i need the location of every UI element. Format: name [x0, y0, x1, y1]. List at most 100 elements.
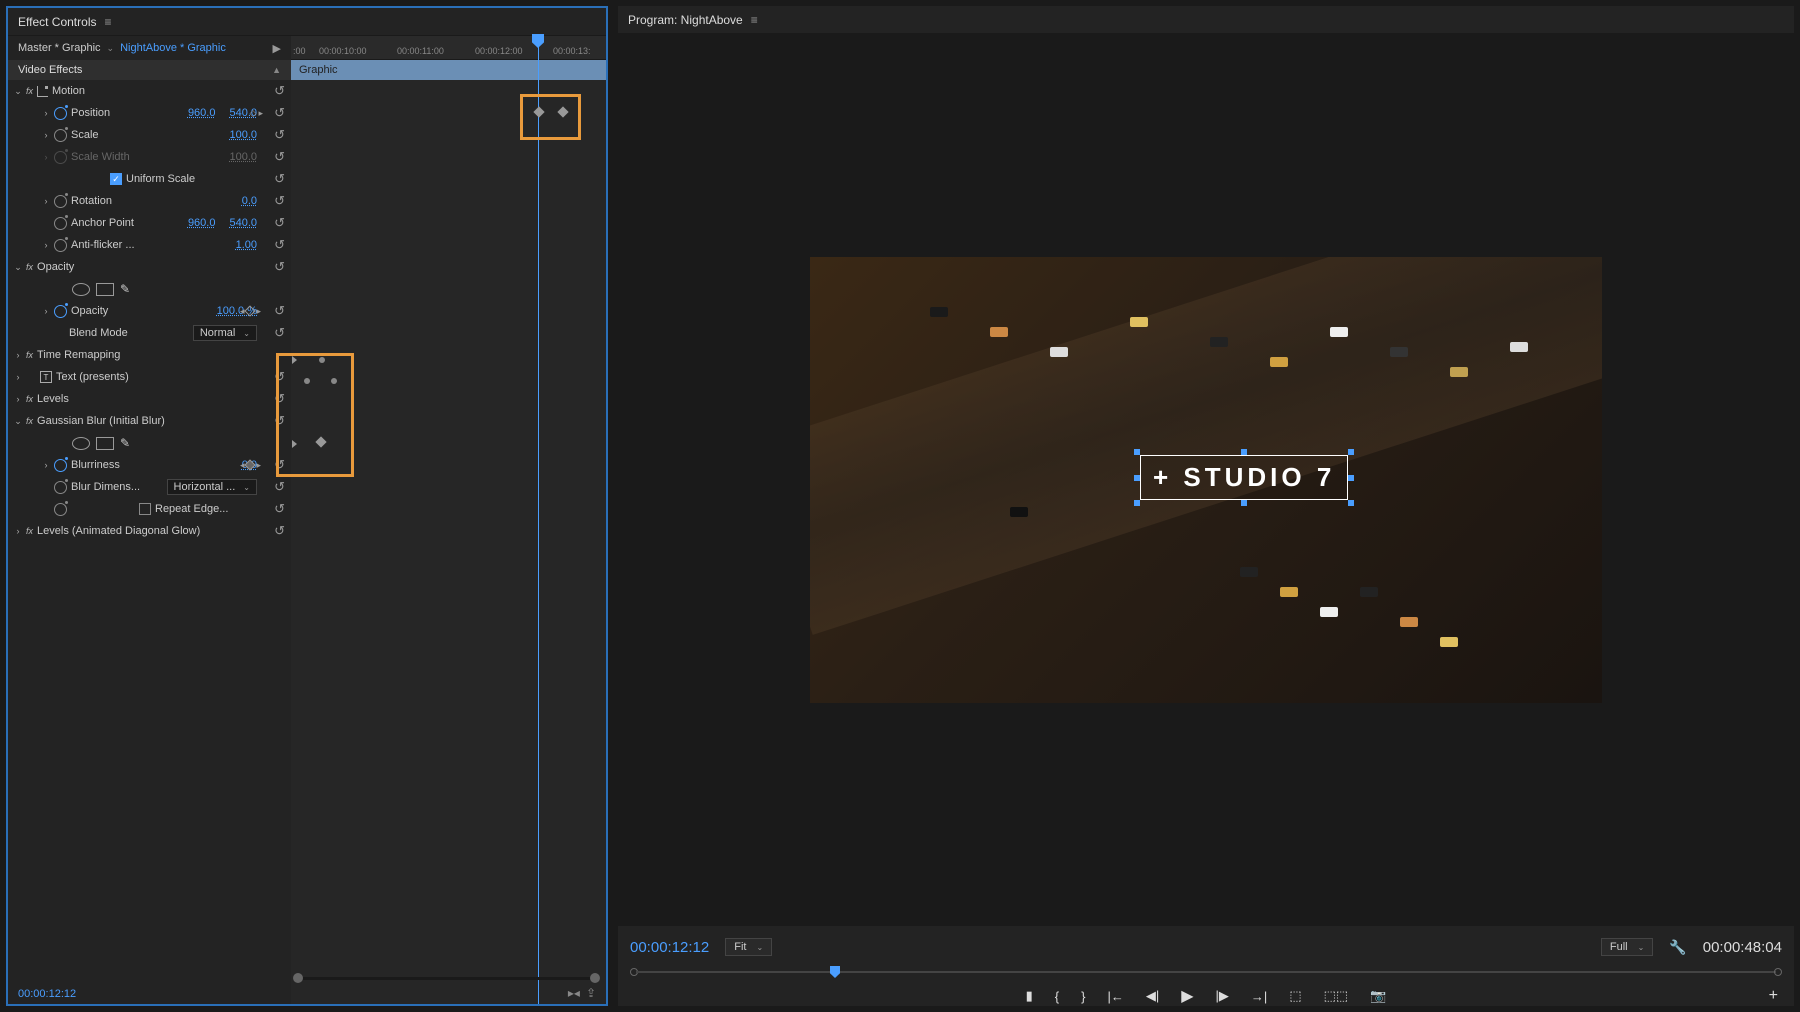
scale-value[interactable]: 100.0	[229, 129, 257, 141]
stopwatch-icon[interactable]	[54, 129, 67, 142]
blur-dim-dropdown[interactable]: Horizontal ...⌄	[167, 479, 257, 495]
effect-timecode[interactable]: 00:00:12:12	[18, 988, 76, 1000]
export-icon[interactable]: ⇪	[586, 986, 596, 1000]
antiflicker-row[interactable]: › Anti-flicker ... 1.00 ↺	[8, 234, 291, 256]
reset-icon[interactable]: ↺	[274, 325, 285, 341]
twisty-open-icon[interactable]: ⌄	[12, 262, 24, 273]
stopwatch-icon[interactable]	[54, 239, 67, 252]
reset-icon[interactable]: ↺	[274, 149, 285, 165]
stopwatch-icon[interactable]	[54, 481, 67, 494]
step-forward-icon[interactable]: |▶	[1216, 988, 1229, 1004]
clip-bar[interactable]: Graphic	[291, 60, 606, 80]
keyframe-marker[interactable]	[557, 106, 568, 117]
twisty-open-icon[interactable]: ⌄	[12, 86, 24, 97]
ellipse-mask-icon[interactable]	[72, 283, 90, 296]
twisty-icon[interactable]: ›	[40, 130, 52, 140]
twisty-icon[interactable]: ›	[12, 372, 24, 382]
twisty-icon[interactable]: ›	[12, 350, 24, 360]
go-to-out-icon[interactable]: →|	[1251, 989, 1267, 1004]
reset-icon[interactable]: ↺	[274, 479, 285, 495]
blend-mode-dropdown[interactable]: Normal⌄	[193, 325, 257, 341]
reset-icon[interactable]: ↺	[274, 237, 285, 253]
keyframe-marker[interactable]	[292, 440, 297, 448]
rotation-value[interactable]: 0.0	[242, 195, 257, 207]
stopwatch-icon[interactable]	[54, 503, 67, 516]
timeline-end-icon[interactable]	[1774, 968, 1782, 976]
export-frame-icon[interactable]: 📷	[1370, 988, 1386, 1004]
position-row[interactable]: › Position 960.0 540.0 ◇▸ ↺	[8, 102, 291, 124]
chevron-down-icon[interactable]: ⌄	[107, 43, 115, 54]
video-frame[interactable]: + STUDIO 7	[810, 257, 1602, 703]
twisty-icon[interactable]: ›	[40, 306, 52, 316]
wrench-icon[interactable]: 🔧	[1669, 939, 1686, 956]
stopwatch-icon[interactable]	[54, 459, 67, 472]
playhead[interactable]	[538, 36, 539, 1004]
fx-badge[interactable]: fx	[26, 262, 33, 272]
rotation-row[interactable]: › Rotation 0.0 ↺	[8, 190, 291, 212]
reset-icon[interactable]: ↺	[274, 259, 285, 275]
reset-icon[interactable]: ↺	[274, 413, 285, 429]
levels-animated-effect[interactable]: › fx Levels (Animated Diagonal Glow) ↺	[8, 520, 291, 542]
rect-mask-icon[interactable]	[96, 283, 114, 296]
reset-icon[interactable]: ↺	[274, 193, 285, 209]
twisty-icon[interactable]: ›	[40, 196, 52, 206]
blurriness-row[interactable]: › Blurriness 0.0 ◂▸ ↺	[8, 454, 291, 476]
program-timecode[interactable]: 00:00:12:12	[630, 939, 709, 956]
fx-badge[interactable]: fx	[26, 416, 33, 426]
keyframe-add-icon[interactable]	[245, 459, 256, 470]
reset-icon[interactable]: ↺	[274, 457, 285, 473]
anchor-row[interactable]: Anchor Point 960.0 540.0 ↺	[8, 212, 291, 234]
fx-badge[interactable]: fx	[26, 86, 33, 96]
fit-dropdown[interactable]: Fit⌄	[725, 938, 772, 956]
twisty-icon[interactable]: ›	[12, 526, 24, 536]
keyframe-add-icon[interactable]	[245, 305, 256, 316]
selection-handle[interactable]	[1241, 500, 1247, 506]
twisty-icon[interactable]: ›	[40, 460, 52, 470]
keyframe-marker[interactable]	[304, 378, 310, 384]
levels-effect[interactable]: › fx Levels ↺	[8, 388, 291, 410]
reset-icon[interactable]: ↺	[274, 391, 285, 407]
extract-icon[interactable]: ⬚⬚	[1324, 988, 1349, 1004]
program-timeline[interactable]	[630, 964, 1782, 980]
rect-mask-icon[interactable]	[96, 437, 114, 450]
timeline-zoom-scrollbar[interactable]	[293, 974, 600, 982]
panel-menu-icon[interactable]: ≡	[751, 13, 758, 27]
breadcrumb-play-icon[interactable]: ▶	[273, 42, 281, 55]
repeat-edge-row[interactable]: Repeat Edge... ↺	[8, 498, 291, 520]
twisty-icon[interactable]: ›	[12, 394, 24, 404]
keyframe-next-icon[interactable]: ▸	[258, 108, 263, 119]
reset-icon[interactable]: ↺	[274, 215, 285, 231]
fx-badge[interactable]: fx	[26, 350, 33, 360]
stopwatch-icon[interactable]	[54, 195, 67, 208]
antiflicker-value[interactable]: 1.00	[236, 239, 257, 251]
ellipse-mask-icon[interactable]	[72, 437, 90, 450]
keyframe-next-icon[interactable]: ▸	[256, 460, 261, 471]
motion-effect[interactable]: ⌄ fx Motion ↺	[8, 80, 291, 102]
lift-icon[interactable]: ⬚	[1289, 988, 1301, 1004]
go-to-in-icon[interactable]: |←	[1107, 989, 1123, 1004]
twisty-icon[interactable]: ›	[40, 240, 52, 250]
step-back-icon[interactable]: ◀|	[1146, 988, 1159, 1004]
twisty-icon[interactable]: ›	[40, 108, 52, 118]
scroll-handle-right[interactable]	[590, 973, 600, 983]
text-effect[interactable]: › T Text (presents) ↺	[8, 366, 291, 388]
gaussian-blur-effect[interactable]: ⌄ fx Gaussian Blur (Initial Blur) ↺	[8, 410, 291, 432]
keyframe-next-icon[interactable]: ▸	[256, 306, 261, 317]
keyframe-marker[interactable]	[533, 106, 544, 117]
reset-icon[interactable]: ↺	[274, 127, 285, 143]
timeline-ruler[interactable]: :00 00:00:10:00 00:00:11:00 00:00:12:00 …	[291, 36, 606, 60]
reset-icon[interactable]: ↺	[274, 171, 285, 187]
toggle-icon[interactable]: ▸◂	[568, 986, 580, 1000]
reset-icon[interactable]: ↺	[274, 523, 285, 539]
quality-dropdown[interactable]: Full⌄	[1601, 938, 1653, 956]
stopwatch-icon[interactable]	[54, 305, 67, 318]
keyframe-marker[interactable]	[315, 436, 326, 447]
stopwatch-icon[interactable]	[54, 217, 67, 230]
blend-mode-row[interactable]: Blend Mode Normal⌄ ↺	[8, 322, 291, 344]
scale-row[interactable]: › Scale 100.0 ↺	[8, 124, 291, 146]
reset-icon[interactable]: ↺	[274, 501, 285, 517]
title-overlay[interactable]: + STUDIO 7	[1140, 455, 1348, 500]
selection-handle[interactable]	[1348, 475, 1354, 481]
fx-badge[interactable]: fx	[26, 526, 33, 536]
program-viewer[interactable]: + STUDIO 7	[618, 34, 1794, 926]
